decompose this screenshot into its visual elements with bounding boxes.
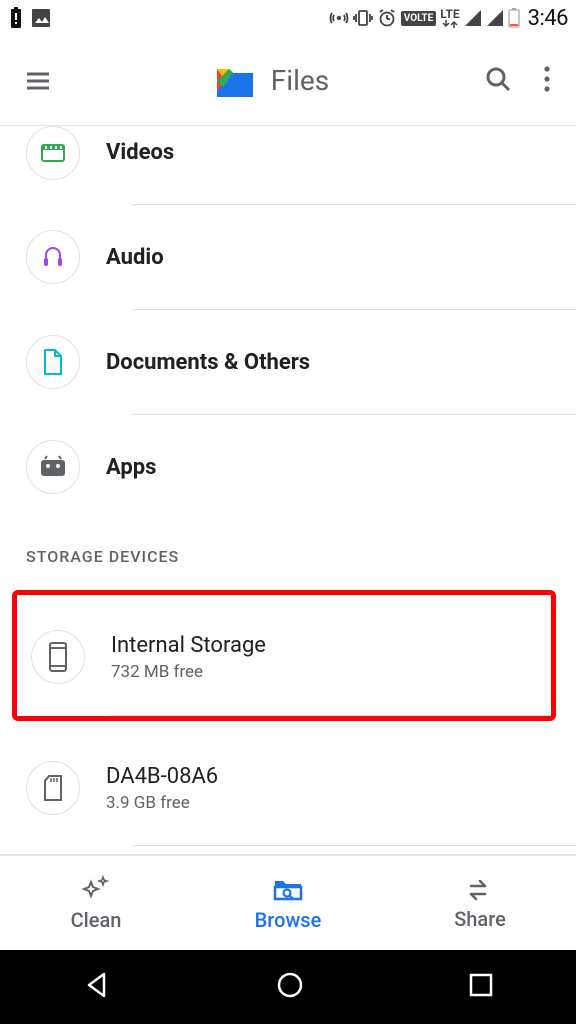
bottom-nav-clean[interactable]: Clean (0, 856, 192, 950)
share-icon (465, 875, 495, 903)
vibrate-icon (353, 8, 373, 28)
sdcard-icon (41, 773, 65, 803)
battery-alert-icon (8, 7, 24, 29)
search-icon (482, 63, 514, 95)
storage-sdcard[interactable]: DA4B-08A6 3.9 GB free (26, 731, 576, 845)
bottom-nav-share[interactable]: Share (384, 856, 576, 950)
videos-icon (39, 139, 67, 167)
storage-title: DA4B-08A6 (106, 764, 218, 789)
storage-title: Internal Storage (111, 633, 266, 658)
category-label: Videos (106, 140, 174, 165)
bottom-nav-label: Share (454, 907, 506, 931)
bottom-nav-label: Browse (255, 908, 322, 932)
system-nav (0, 950, 576, 1024)
highlight-internal-storage: Internal Storage 732 MB free (12, 590, 556, 721)
storage-section-title: STORAGE DEVICES (0, 519, 576, 584)
storage-subtitle: 3.9 GB free (106, 793, 218, 813)
phone-icon (47, 641, 69, 673)
files-logo-icon (213, 61, 257, 101)
category-label: Documents & Others (106, 350, 310, 375)
category-videos[interactable]: Videos (26, 126, 576, 204)
storage-internal[interactable]: Internal Storage 732 MB free (31, 595, 551, 715)
volte-badge: VOLTE (401, 11, 437, 26)
audio-icon (39, 243, 67, 271)
category-audio[interactable]: Audio (26, 205, 576, 309)
category-label: Apps (106, 455, 156, 480)
more-vert-icon (542, 65, 552, 93)
app-title: Files (271, 64, 329, 97)
documents-icon (40, 347, 66, 377)
home-icon (275, 970, 305, 1000)
hotspot-icon (329, 8, 349, 28)
more-button[interactable] (542, 65, 552, 97)
search-button[interactable] (482, 63, 514, 99)
category-documents[interactable]: Documents & Others (26, 310, 576, 414)
bottom-nav-label: Clean (71, 908, 122, 932)
picture-icon (30, 7, 52, 29)
recent-icon (468, 972, 494, 998)
browse-icon (271, 874, 305, 904)
sysnav-home[interactable] (275, 970, 305, 1004)
storage-subtitle: 732 MB free (111, 662, 266, 682)
status-bar: VOLTE LTE 3:46 (0, 0, 576, 36)
alarm-icon (377, 8, 397, 28)
hamburger-button[interactable] (16, 65, 60, 97)
content: Videos Audio Documents & Others Apps STO… (0, 126, 576, 854)
category-apps[interactable]: Apps (26, 415, 576, 519)
bottom-nav: Clean Browse Share (0, 854, 576, 950)
app-bar: Files (0, 36, 576, 126)
signal-2-icon (486, 9, 504, 27)
hamburger-icon (22, 65, 54, 97)
bottom-nav-browse[interactable]: Browse (192, 856, 384, 950)
category-label: Audio (106, 245, 164, 270)
lte-indicator: LTE (440, 8, 459, 28)
sysnav-recent[interactable] (468, 972, 494, 1002)
back-icon (82, 970, 112, 1000)
clock: 3:46 (528, 6, 568, 31)
signal-1-icon (464, 9, 482, 27)
battery-icon (508, 8, 520, 28)
apps-icon (39, 455, 67, 479)
sparkle-icon (80, 874, 112, 904)
sysnav-back[interactable] (82, 970, 112, 1004)
